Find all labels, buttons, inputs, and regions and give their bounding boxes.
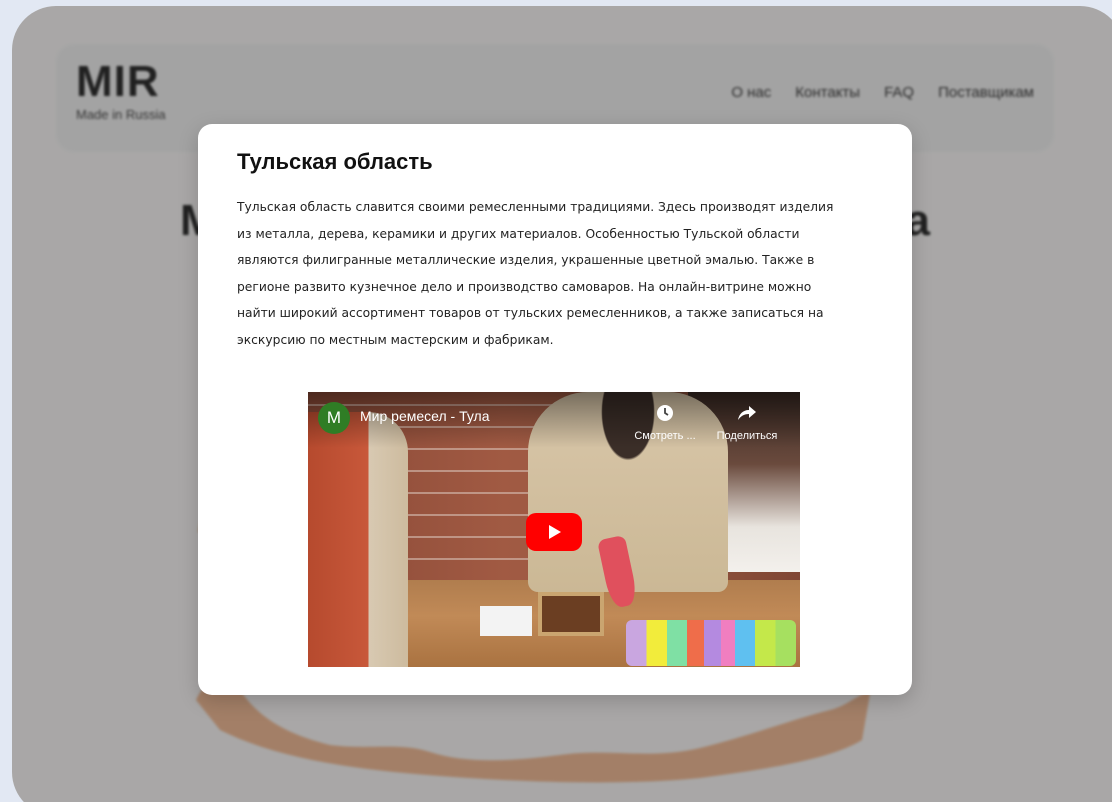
watch-later-button[interactable]: Смотреть ...	[630, 404, 700, 442]
share-label: Поделиться	[716, 430, 778, 442]
play-button[interactable]	[526, 513, 582, 551]
video-frame-person-left	[308, 412, 408, 667]
video-player[interactable]: M Мир ремесел - Тула Смотреть ... Подели…	[308, 392, 800, 667]
modal-description: Тульская область славится своими ремесле…	[237, 200, 834, 347]
modal-title: Тульская область	[237, 149, 433, 174]
video-frame-icing-bags	[626, 620, 796, 666]
clock-icon	[630, 404, 700, 426]
watch-later-label: Смотреть ...	[634, 430, 696, 442]
video-frame-gingerbread	[538, 592, 604, 636]
browser-frame: MIR Made in Russia О нас Контакты FAQ По…	[12, 6, 1112, 802]
channel-avatar[interactable]: M	[318, 402, 350, 434]
video-title[interactable]: Мир ремесел - Тула	[360, 408, 490, 424]
video-frame-paper	[480, 606, 532, 636]
region-modal: Тульская область Тульская область славит…	[198, 124, 912, 695]
share-button[interactable]: Поделиться	[712, 404, 782, 442]
share-arrow-icon	[712, 404, 782, 426]
play-icon	[549, 525, 561, 539]
